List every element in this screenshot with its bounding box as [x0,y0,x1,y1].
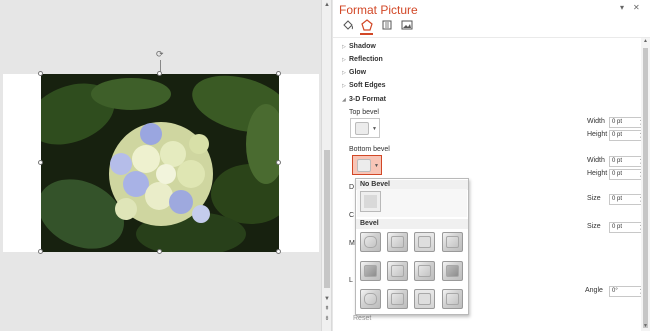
section-reflection[interactable]: ▷ Reflection [342,56,383,63]
spinner-value: 0 pt [612,158,623,164]
scroll-down-arrow-icon[interactable]: ▼ [641,323,650,329]
chevron-down-icon: ▼ [372,126,377,132]
bevel-angle-option[interactable] [360,261,381,281]
spinner-value: 0 pt [612,196,623,202]
collapse-arrow-icon: ◢ [342,97,346,103]
contour-label: C [349,212,355,219]
bevel-convex-option[interactable] [414,261,435,281]
picture-icon [401,20,412,29]
section-label: Glow [349,69,367,76]
section-label: Shadow [349,43,376,50]
slide-canvas: ⟳ [0,0,320,331]
size-layout-icon [382,20,391,29]
scroll-up-arrow-icon[interactable]: ▲ [323,2,331,9]
lighting-label: L [349,277,353,284]
scroll-up-arrow-icon[interactable]: ▲ [641,38,650,44]
resize-handle-ne[interactable] [276,71,281,76]
resize-handle-n[interactable] [157,71,162,76]
expand-arrow-icon: ▷ [342,44,346,50]
bottom-bevel-button[interactable]: ▼ [352,155,382,175]
spinner-value: 0 pt [612,171,623,177]
resize-handle-sw[interactable] [38,249,43,254]
expand-arrow-icon: ▷ [342,83,346,89]
bottom-width-label: Width [587,157,605,164]
bevel-swatch [355,122,369,135]
material-label: M [349,240,355,247]
spinner-value: 0 pt [612,119,623,125]
resize-handle-w[interactable] [38,160,43,165]
bevel-circle-option[interactable] [360,232,381,252]
hydrangea-picture[interactable] [41,74,279,252]
section-soft-edges[interactable]: ▷ Soft Edges [342,82,386,89]
spinner-value: 0° [612,288,618,294]
depth-size-label: Size [587,195,601,202]
tab-picture[interactable] [400,18,413,31]
close-icon[interactable]: ✕ [633,3,640,12]
top-bevel-button[interactable]: ▼ [350,118,380,138]
bottom-bevel-label: Bottom bevel [349,146,390,153]
resize-handle-s[interactable] [157,249,162,254]
bevel-slope-option[interactable] [442,261,463,281]
bevel-cross-option[interactable] [414,232,435,252]
chevron-down-icon: ▼ [374,163,379,169]
chevron-down-icon[interactable]: ▾ [620,3,624,12]
top-width-label: Width [587,118,605,125]
expand-arrow-icon: ▷ [342,70,346,76]
spinner-value: 0 pt [612,224,623,230]
resize-handle-se[interactable] [276,249,281,254]
bevel-soft-round-option[interactable] [387,261,408,281]
scroll-thumb[interactable] [324,150,330,288]
pane-scrollbar[interactable]: ▲ ▼ [641,38,650,331]
paint-bucket-icon [342,19,353,30]
section-3d-format[interactable]: ◢ 3-D Format [342,96,386,103]
reset-button[interactable]: Reset [353,315,371,322]
bevel-hard-edge-option[interactable] [414,289,435,309]
pane-scroll-thumb[interactable] [643,48,648,328]
contour-size-label: Size [587,223,601,230]
tabs-divider [333,37,650,38]
section-label: Soft Edges [349,82,386,89]
section-shadow[interactable]: ▷ Shadow [342,43,376,50]
bevel-relaxed-inset-option[interactable] [387,232,408,252]
resize-handle-nw[interactable] [38,71,43,76]
spinner-value: 0 pt [612,132,623,138]
top-height-label: Height [587,131,608,138]
slide-scrollbar[interactable]: ▲ ▼ ⇞ ⇟ [321,0,332,331]
expand-arrow-icon: ▷ [342,57,346,63]
depth-label: D [349,184,355,191]
active-tab-indicator [360,33,373,35]
bevel-riblet-option[interactable] [387,289,408,309]
hydrangea-photo [41,74,279,252]
bevel-swatch [357,159,371,172]
tab-fill-line[interactable] [341,18,354,31]
no-bevel-option[interactable] [360,191,381,212]
section-label: Reflection [349,56,383,63]
top-bevel-label: Top bevel [349,109,379,116]
rotate-handle-icon[interactable]: ⟳ [156,51,165,60]
next-slide-icon[interactable]: ⇟ [323,316,331,323]
bevel-cool-slant-option[interactable] [442,232,463,252]
bevel-header: Bevel [356,219,468,229]
bevel-divot-option[interactable] [360,289,381,309]
bevel-gallery-dropdown: No Bevel Bevel [355,178,469,315]
tab-size-properties[interactable] [380,18,393,31]
angle-label: Angle [585,287,603,294]
section-glow[interactable]: ▷ Glow [342,69,366,76]
scroll-down-arrow-icon[interactable]: ▼ [323,296,331,303]
section-label: 3-D Format [349,96,386,103]
resize-handle-e[interactable] [276,160,281,165]
tab-effects[interactable] [360,18,373,31]
pane-title: Format Picture [339,3,418,17]
bottom-height-label: Height [587,170,608,177]
previous-slide-icon[interactable]: ⇞ [323,306,331,313]
pentagon-icon [360,18,373,31]
bevel-art-deco-option[interactable] [442,289,463,309]
